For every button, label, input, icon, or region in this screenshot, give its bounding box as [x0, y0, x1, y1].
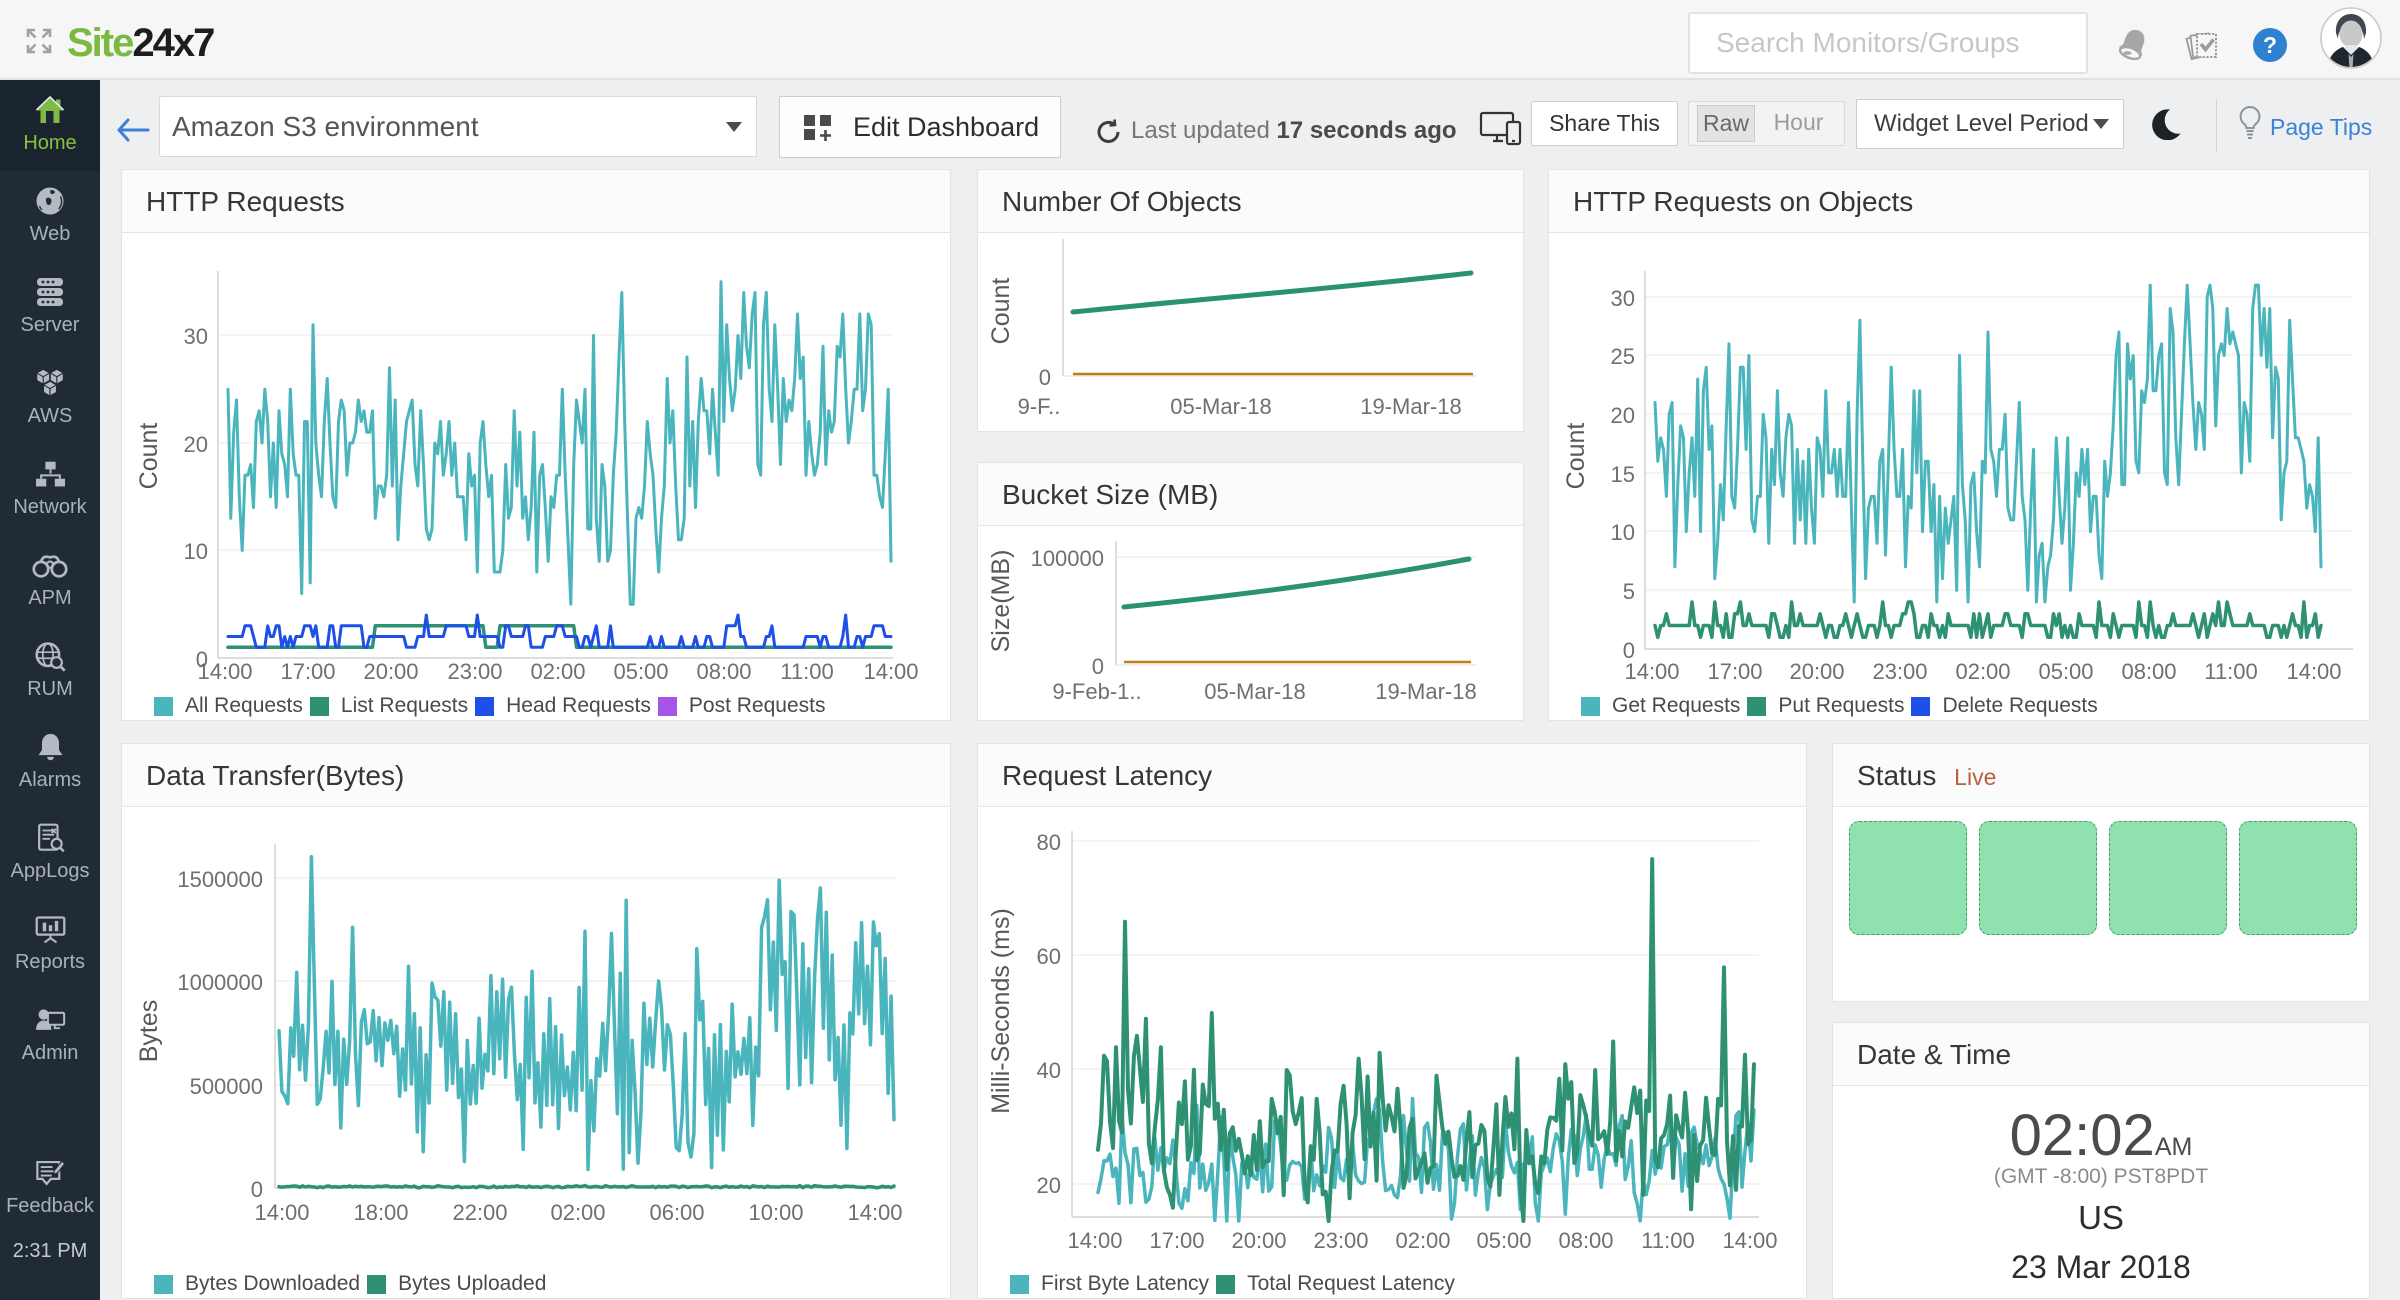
- svg-text:100000: 100000: [1031, 546, 1104, 571]
- svg-text:08:00: 08:00: [696, 659, 751, 684]
- svg-text:23:00: 23:00: [1872, 659, 1927, 684]
- svg-text:1500000: 1500000: [177, 867, 263, 892]
- svg-text:0: 0: [1092, 654, 1104, 679]
- svg-text:0: 0: [1039, 365, 1051, 390]
- svg-text:17:00: 17:00: [1707, 659, 1762, 684]
- svg-text:30: 30: [1611, 286, 1635, 311]
- svg-text:11:00: 11:00: [1641, 1228, 1694, 1253]
- svg-text:Size(MB): Size(MB): [987, 550, 1015, 653]
- svg-text:0: 0: [251, 1177, 263, 1202]
- svg-text:14:00: 14:00: [197, 659, 252, 684]
- svg-text:14:00: 14:00: [847, 1200, 902, 1225]
- svg-text:15: 15: [1611, 462, 1635, 487]
- svg-text:08:00: 08:00: [2121, 659, 2176, 684]
- svg-text:06:00: 06:00: [649, 1200, 704, 1225]
- svg-text:10: 10: [184, 539, 208, 564]
- svg-text:Count: Count: [1562, 423, 1590, 490]
- svg-text:9-Feb-1..: 9-Feb-1..: [1052, 679, 1141, 704]
- svg-text:02:00: 02:00: [1395, 1228, 1450, 1253]
- svg-text:19-Mar-18: 19-Mar-18: [1360, 394, 1461, 419]
- svg-text:23:00: 23:00: [1313, 1228, 1368, 1253]
- svg-text:05:00: 05:00: [1476, 1228, 1531, 1253]
- svg-text:14:00: 14:00: [1067, 1228, 1122, 1253]
- svg-text:Bytes: Bytes: [135, 1000, 163, 1063]
- svg-text:60: 60: [1037, 944, 1061, 969]
- svg-text:08:00: 08:00: [1558, 1228, 1613, 1253]
- svg-text:05:00: 05:00: [2038, 659, 2093, 684]
- svg-text:1000000: 1000000: [177, 970, 263, 995]
- svg-text:05:00: 05:00: [613, 659, 668, 684]
- svg-text:20:00: 20:00: [1789, 659, 1844, 684]
- svg-text:80: 80: [1037, 830, 1061, 855]
- svg-text:40: 40: [1037, 1058, 1061, 1083]
- svg-text:20: 20: [1611, 403, 1635, 428]
- svg-text:22:00: 22:00: [452, 1200, 507, 1225]
- svg-text:11:00: 11:00: [780, 659, 833, 684]
- svg-text:30: 30: [184, 324, 208, 349]
- svg-text:20:00: 20:00: [363, 659, 418, 684]
- svg-text:25: 25: [1611, 344, 1635, 369]
- svg-text:Count: Count: [135, 423, 163, 490]
- svg-text:02:00: 02:00: [550, 1200, 605, 1225]
- svg-text:?: ?: [2263, 32, 2277, 58]
- svg-text:500000: 500000: [190, 1074, 263, 1099]
- svg-text:5: 5: [1623, 579, 1635, 604]
- svg-text:Count: Count: [987, 278, 1015, 345]
- svg-text:17:00: 17:00: [280, 659, 335, 684]
- svg-text:14:00: 14:00: [1624, 659, 1679, 684]
- svg-text:19-Mar-18: 19-Mar-18: [1375, 679, 1476, 704]
- svg-text:05-Mar-18: 05-Mar-18: [1204, 679, 1305, 704]
- svg-text:18:00: 18:00: [353, 1200, 408, 1225]
- svg-text:9-F..: 9-F..: [1018, 394, 1061, 419]
- svg-text:14:00: 14:00: [2286, 659, 2341, 684]
- svg-text:11:00: 11:00: [2204, 659, 2257, 684]
- svg-text:20: 20: [184, 432, 208, 457]
- svg-text:20:00: 20:00: [1231, 1228, 1286, 1253]
- svg-text:02:00: 02:00: [530, 659, 585, 684]
- svg-text:10: 10: [1611, 520, 1635, 545]
- svg-text:10:00: 10:00: [748, 1200, 803, 1225]
- svg-text:02:00: 02:00: [1955, 659, 2010, 684]
- svg-text:23:00: 23:00: [447, 659, 502, 684]
- svg-text:14:00: 14:00: [1722, 1228, 1777, 1253]
- svg-text:Milli-Seconds (ms): Milli-Seconds (ms): [987, 908, 1015, 1114]
- svg-text:17:00: 17:00: [1149, 1228, 1204, 1253]
- svg-text:14:00: 14:00: [863, 659, 918, 684]
- svg-text:20: 20: [1037, 1173, 1061, 1198]
- svg-text:05-Mar-18: 05-Mar-18: [1170, 394, 1271, 419]
- svg-text:14:00: 14:00: [254, 1200, 309, 1225]
